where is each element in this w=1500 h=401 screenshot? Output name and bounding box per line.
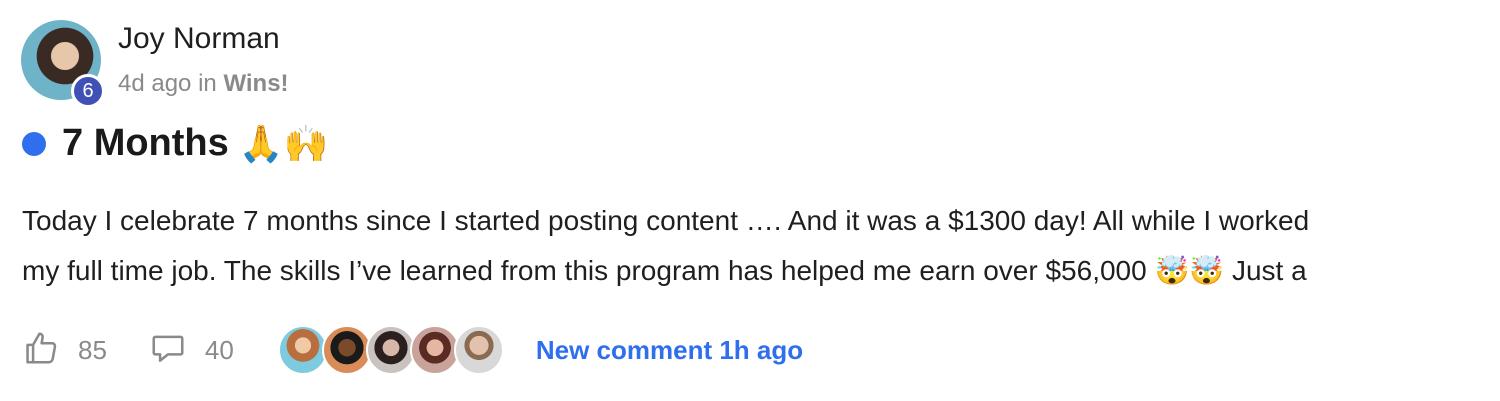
commenter-avatar[interactable] (409, 325, 460, 375)
comment-count: 40 (204, 334, 234, 365)
commenter-avatar[interactable] (453, 325, 504, 375)
like-count: 85 (78, 334, 107, 365)
post-meta: 4d ago in Wins! (118, 70, 289, 98)
unread-dot (22, 131, 46, 156)
category-link[interactable]: Wins! (223, 70, 288, 97)
post-body[interactable]: Today I celebrate 7 months since I start… (22, 196, 1482, 296)
recent-commenters[interactable] (277, 325, 504, 375)
post-title-row[interactable]: 7 Months 🙏🙌 (22, 122, 328, 165)
post-card: 6 Joy Norman 4d ago in Wins! 7 Months 🙏🙌… (0, 0, 1500, 401)
commenter-avatar[interactable] (277, 325, 328, 375)
author-name[interactable]: Joy Norman (118, 22, 280, 56)
new-comment-link[interactable]: New comment 1h ago (536, 335, 803, 366)
author-avatar-group[interactable]: 6 (21, 20, 105, 108)
post-title[interactable]: 7 Months (62, 122, 229, 165)
post-time[interactable]: 4d ago (118, 70, 191, 97)
level-badge: 6 (71, 74, 105, 108)
thumbs-up-icon (22, 329, 60, 372)
post-body-line-1: Today I celebrate 7 months since I start… (22, 205, 1310, 236)
comment-button[interactable]: 40 (149, 329, 234, 372)
post-body-line-2: my full time job. The skills I’ve learne… (22, 255, 1307, 286)
like-button[interactable]: 85 (22, 329, 107, 372)
post-actions: 85 40 New comment 1h ago (22, 322, 803, 378)
in-label: in (198, 70, 217, 97)
commenter-avatar[interactable] (321, 325, 372, 375)
speech-bubble-icon (149, 329, 187, 372)
title-emoji: 🙏🙌 (238, 122, 329, 164)
commenter-avatar[interactable] (365, 325, 416, 375)
